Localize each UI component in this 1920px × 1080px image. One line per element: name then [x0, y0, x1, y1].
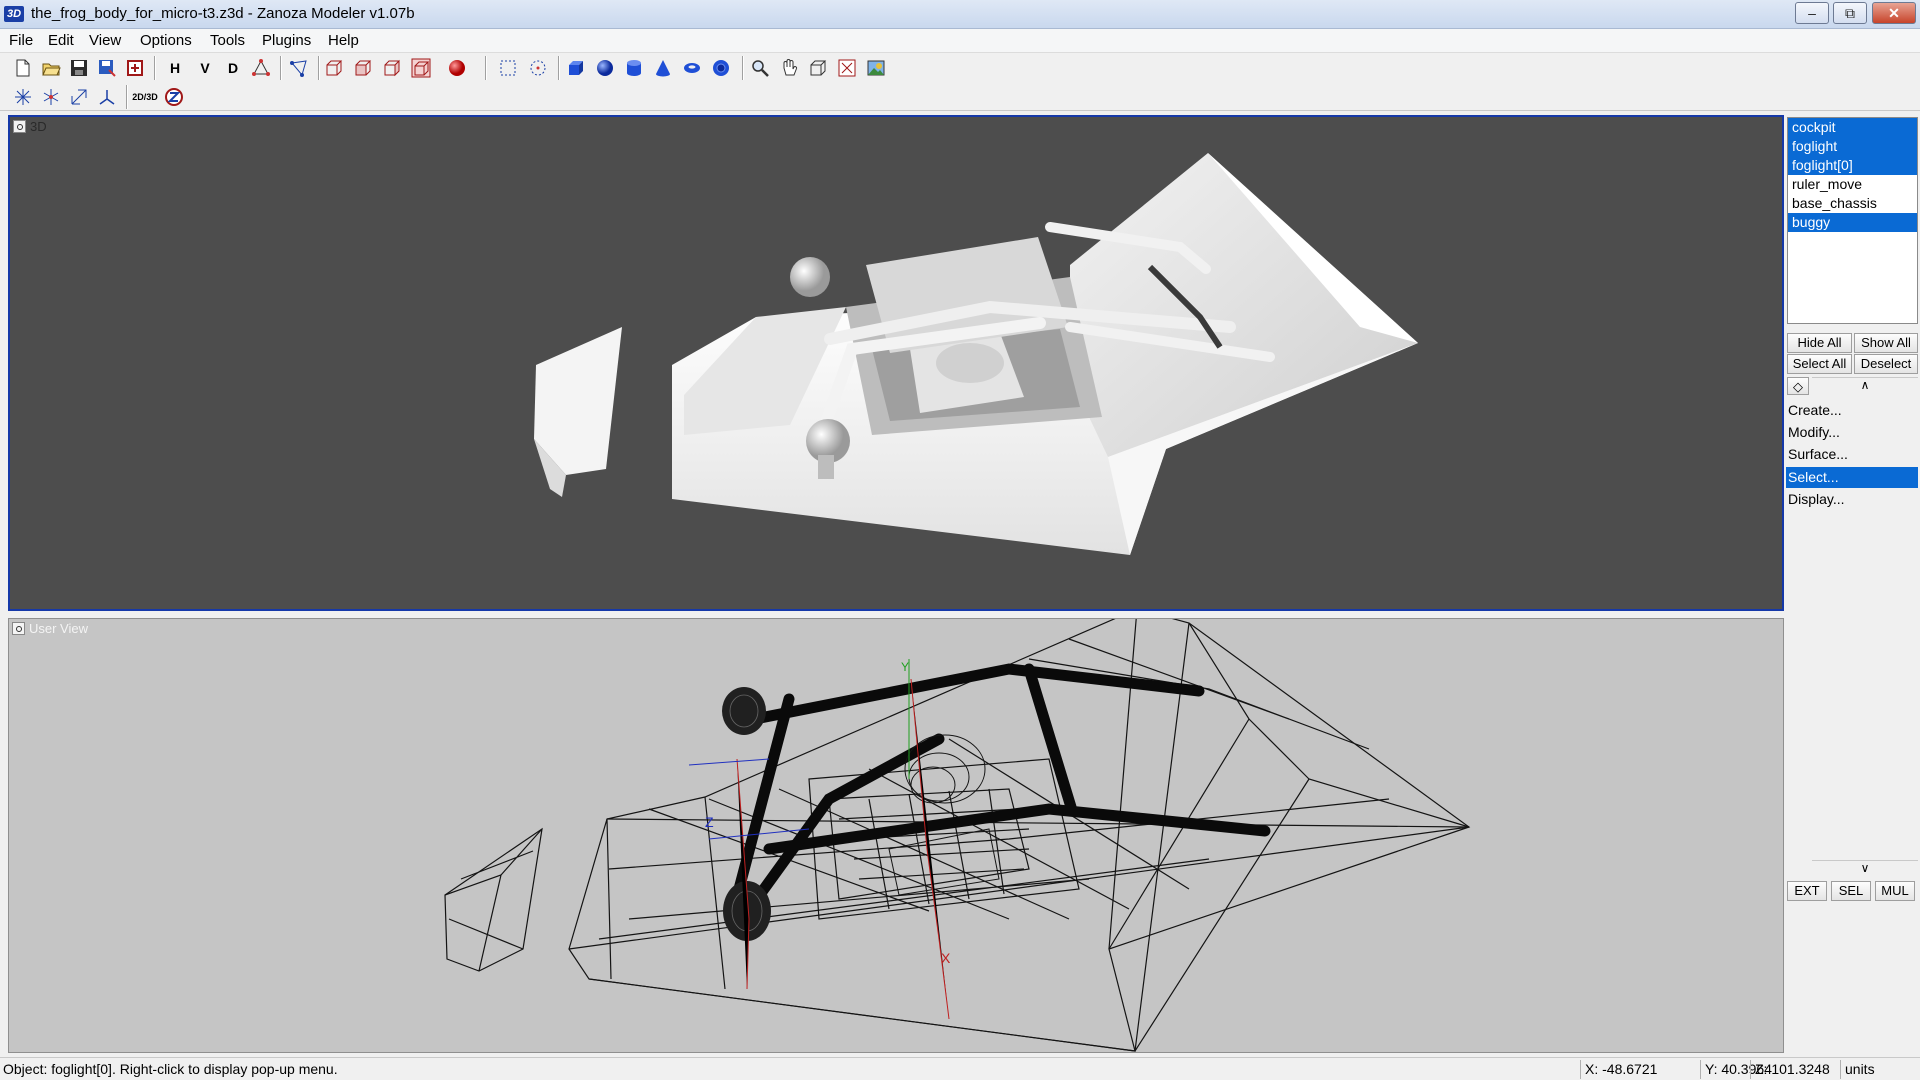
scale-icon[interactable] [67, 85, 91, 109]
zanoza-icon[interactable] [162, 85, 186, 109]
v-toggle-icon[interactable]: V [193, 56, 217, 80]
menu-plugins[interactable]: Plugins [262, 32, 311, 49]
menu-bar: File Edit View Options Tools Plugins Hel… [0, 29, 1920, 53]
deselect-button[interactable]: Deselect [1854, 354, 1918, 374]
toolbar-separator [280, 56, 282, 80]
object-panel: cockpit foglight foglight[0] ruler_move … [1786, 115, 1920, 1053]
mul-button[interactable]: MUL [1875, 881, 1915, 901]
list-item[interactable]: foglight [1788, 137, 1917, 156]
cube-side-icon[interactable] [380, 56, 404, 80]
coord-z: Z: 101.3248 [1750, 1060, 1846, 1079]
sel-button[interactable]: SEL [1831, 881, 1871, 901]
axis-x-label: X [941, 950, 951, 966]
viewport-splitter[interactable] [8, 611, 1784, 618]
menu-tools[interactable]: Tools [210, 32, 245, 49]
cube-front-icon[interactable] [351, 56, 375, 80]
toolbar-separator [485, 56, 487, 80]
cube-wire-icon[interactable] [322, 56, 346, 80]
pan-hand-icon[interactable] [777, 56, 801, 80]
save-icon[interactable] [67, 56, 91, 80]
rollup-select[interactable]: Select... [1786, 467, 1918, 488]
rotate-icon[interactable] [39, 85, 63, 109]
render-icon[interactable] [864, 56, 888, 80]
toolbar-separator [742, 56, 744, 80]
fit-icon[interactable] [835, 56, 859, 80]
save-as-icon[interactable] [95, 56, 119, 80]
cone-primitive-icon[interactable] [651, 56, 675, 80]
toggle-2d-3d-icon[interactable]: 2D/3D [132, 85, 158, 109]
rollup-surface[interactable]: Surface... [1786, 444, 1918, 465]
wireframe-model: Z X Y [444, 619, 1471, 1052]
menu-options[interactable]: Options [140, 32, 192, 49]
scroll-up-icon[interactable]: ∧ [1812, 377, 1918, 392]
toolbar-separator [126, 85, 128, 109]
vertex-select-icon[interactable] [287, 56, 311, 80]
toolbar-separator [558, 56, 560, 80]
minimize-icon[interactable]: – [1795, 2, 1829, 24]
cylinder-primitive-icon[interactable] [622, 56, 646, 80]
restore-icon[interactable]: ⧉ [1833, 2, 1867, 24]
menu-file[interactable]: File [9, 32, 33, 49]
units-label: units [1840, 1060, 1920, 1079]
toolbar-separator [318, 56, 320, 80]
window-title: the_frog_body_for_micro-t3.z3d - Zanoza … [31, 5, 415, 22]
axis-z-label: Z [705, 814, 714, 830]
menu-edit[interactable]: Edit [48, 32, 74, 49]
show-all-button[interactable]: Show All [1854, 333, 1918, 353]
shaded-model [534, 153, 1418, 555]
circle-select-icon[interactable] [526, 56, 550, 80]
viewport-user-view[interactable]: User View Z X Y [8, 618, 1784, 1053]
cube-red-icon[interactable] [409, 56, 433, 80]
title-bar: 3D the_frog_body_for_micro-t3.z3d - Zano… [0, 0, 1920, 29]
list-item[interactable]: base_chassis [1788, 194, 1917, 213]
sphere-primitive-icon[interactable] [593, 56, 617, 80]
scroll-down-icon[interactable]: ∨ [1812, 860, 1918, 875]
status-bar: Object: foglight[0]. Right-click to disp… [0, 1057, 1920, 1080]
menu-view[interactable]: View [89, 32, 121, 49]
open-file-icon[interactable] [39, 56, 63, 80]
viewport-3d[interactable]: 3D [8, 115, 1784, 611]
torus-primitive-icon[interactable] [680, 56, 704, 80]
close-icon[interactable]: ✕ [1872, 2, 1916, 24]
app-logo-icon: 3D [4, 6, 24, 22]
menu-help[interactable]: Help [328, 32, 359, 49]
new-file-icon[interactable] [11, 56, 35, 80]
hide-all-button[interactable]: Hide All [1787, 333, 1852, 353]
status-message: Object: foglight[0]. Right-click to disp… [3, 1061, 338, 1077]
rollup-modify[interactable]: Modify... [1786, 422, 1918, 443]
list-item[interactable]: ruler_move [1788, 175, 1917, 194]
list-item[interactable]: foglight[0] [1788, 156, 1917, 175]
rollup-display[interactable]: Display... [1786, 489, 1918, 510]
d-toggle-icon[interactable]: D [221, 56, 245, 80]
h-toggle-icon[interactable]: H [163, 56, 187, 80]
select-all-button[interactable]: Select All [1787, 354, 1852, 374]
coord-x: X: -48.6721 [1580, 1060, 1684, 1079]
axis-y-label: Y [901, 660, 909, 674]
sphere-red-icon[interactable] [445, 56, 469, 80]
rollup-create[interactable]: Create... [1786, 400, 1918, 421]
list-item[interactable]: cockpit [1788, 118, 1917, 137]
main-toolbar: H V D [0, 53, 1920, 83]
box-primitive-icon[interactable] [564, 56, 588, 80]
edge-icon[interactable] [249, 56, 273, 80]
revert-icon[interactable] [123, 56, 147, 80]
capsule-primitive-icon[interactable] [709, 56, 733, 80]
transform-toolbar: 2D/3D [0, 83, 1920, 111]
zoom-icon[interactable] [748, 56, 772, 80]
list-item[interactable]: buggy [1788, 213, 1917, 232]
frame-icon[interactable] [806, 56, 830, 80]
ext-button[interactable]: EXT [1787, 881, 1827, 901]
rect-select-icon[interactable] [496, 56, 520, 80]
expand-icon[interactable]: ◇ [1787, 377, 1809, 395]
axis-icon[interactable] [95, 85, 119, 109]
toolbar-separator [154, 56, 156, 80]
move-icon[interactable] [11, 85, 35, 109]
object-list[interactable]: cockpit foglight foglight[0] ruler_move … [1787, 117, 1918, 324]
